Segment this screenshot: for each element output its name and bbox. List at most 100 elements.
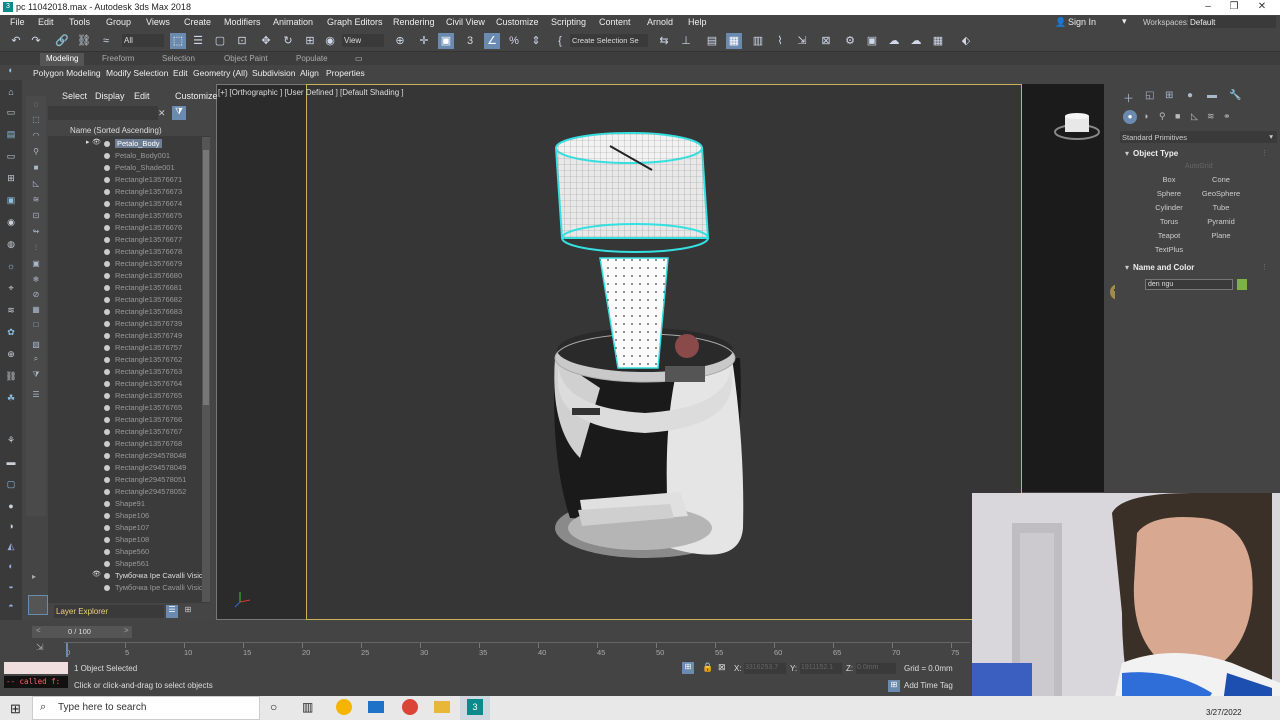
maxscript-listener-top[interactable] xyxy=(4,662,68,674)
bind-space-warp-icon[interactable]: ≈ xyxy=(98,33,114,49)
rollout-handle-icon[interactable]: ⋮ xyxy=(1261,263,1268,271)
z-coord-field[interactable]: 0.0mm xyxy=(856,663,896,674)
isolate-icon[interactable]: ⊞ xyxy=(682,662,694,674)
systems-icon[interactable]: ⚭ xyxy=(1223,111,1231,122)
list-item[interactable]: Rectangle13576767 xyxy=(48,426,204,438)
list-item[interactable]: Rectangle13576675 xyxy=(48,210,204,222)
y-coord-field[interactable]: 1911152.1 xyxy=(800,663,842,674)
filter-icon[interactable]: ⧩ xyxy=(172,106,186,120)
filter-icon[interactable]: ⧩ xyxy=(29,370,43,382)
layer-manager-icon[interactable]: ▤ xyxy=(704,33,720,49)
expand-toggle-icon[interactable]: ▸ xyxy=(86,138,90,146)
menu-content[interactable]: Content xyxy=(599,17,631,27)
list-item[interactable]: Rectangle294578051 xyxy=(48,474,204,486)
modify-tab-icon[interactable]: ◱ xyxy=(1145,90,1154,101)
tab-modeling[interactable]: Modeling xyxy=(40,53,85,66)
list-item[interactable]: Rectangle13576765 xyxy=(48,390,204,402)
menu-create[interactable]: Create xyxy=(184,17,211,27)
spacewarps-icon[interactable]: ≋ xyxy=(29,195,43,207)
cube-icon[interactable]: ● xyxy=(4,500,18,512)
list-item[interactable]: Rectangle13576757 xyxy=(48,342,204,354)
bones-icon[interactable]: ⫶ xyxy=(29,243,43,255)
render-icon[interactable]: ☁ xyxy=(886,33,902,49)
geometry-icon[interactable]: ⬚ xyxy=(29,115,43,127)
geosphere-button[interactable]: GeoSphere xyxy=(1197,188,1245,200)
rect-selection-icon[interactable]: ▢ xyxy=(212,33,228,49)
rollout-handle-icon[interactable]: ⋮ xyxy=(1261,149,1268,157)
spacewarps-icon[interactable]: ≋ xyxy=(1207,111,1215,122)
scale-icon[interactable]: ⊞ xyxy=(302,33,318,49)
display-none-icon[interactable]: ◌ xyxy=(29,100,43,112)
edge-icon[interactable] xyxy=(336,699,352,715)
edit-named-sets-icon[interactable]: { xyxy=(552,33,568,49)
geometry-icon[interactable]: ● xyxy=(1123,110,1137,124)
windows-start-icon[interactable]: ⊞ xyxy=(10,701,21,717)
list-item[interactable]: Rectangle13576677 xyxy=(48,234,204,246)
file-explorer-icon[interactable] xyxy=(434,701,450,713)
arnold-icon[interactable]: ⬖ xyxy=(958,33,974,49)
search-input[interactable] xyxy=(48,106,158,120)
list-item[interactable]: Rectangle13576764 xyxy=(48,378,204,390)
torus-button[interactable]: Torus xyxy=(1145,216,1193,228)
column-header[interactable]: Name (Sorted Ascending) xyxy=(70,126,162,135)
expand-icon[interactable]: ▸ xyxy=(32,572,36,581)
list-item[interactable]: Shape107 xyxy=(48,522,204,534)
minimize-button[interactable]: – xyxy=(1196,1,1220,14)
spinner-snap-icon[interactable]: ⇕ xyxy=(528,33,544,49)
scene-explorer-icon[interactable]: ▦ xyxy=(726,33,742,49)
containers-icon[interactable]: ▣ xyxy=(29,259,43,271)
pin-icon[interactable]: ⊕ xyxy=(4,348,18,360)
close-button[interactable]: ✕ xyxy=(1250,1,1274,14)
menu-arnold[interactable]: Arnold xyxy=(647,17,673,27)
ribbon-modify-selection[interactable]: Modify Selection xyxy=(106,68,168,78)
eye-icon[interactable]: 👁 xyxy=(92,138,101,146)
menu-graph-editors[interactable]: Graph Editors xyxy=(327,17,383,27)
lamp-nightstand-model[interactable] xyxy=(540,128,750,578)
render-icon[interactable]: ✿ xyxy=(4,326,18,338)
pyramid-button[interactable]: Pyramid xyxy=(1197,216,1245,228)
menu-group[interactable]: Group xyxy=(106,17,131,27)
name-color-title[interactable]: Name and Color xyxy=(1133,263,1194,272)
list-item[interactable]: Rectangle13576765 xyxy=(48,402,204,414)
cortana-icon[interactable]: ○ xyxy=(270,700,277,714)
redo-icon[interactable]: ↷ xyxy=(28,33,44,49)
menu-civil-view[interactable]: Civil View xyxy=(446,17,485,27)
list-item[interactable]: Shape560 xyxy=(48,546,204,558)
list-item[interactable]: Rectangle294578052 xyxy=(48,486,204,498)
ribbon-geometry-all[interactable]: Geometry (All) xyxy=(193,68,248,78)
place-icon[interactable]: ◉ xyxy=(322,33,338,49)
shapes-icon[interactable]: ◠ xyxy=(29,131,43,143)
layer-toggle-icon[interactable]: ☰ xyxy=(166,605,178,618)
snaps-toggle-icon[interactable]: 3 xyxy=(462,33,478,49)
time-tag-icon[interactable]: ⊞ xyxy=(888,680,900,692)
maxscript-listener[interactable]: -- called f: xyxy=(4,676,68,688)
teapot-icon[interactable]: ◭ xyxy=(4,540,18,552)
ribbon-properties[interactable]: Properties xyxy=(326,68,365,78)
explorer-menu-edit[interactable]: Edit xyxy=(134,91,150,101)
helpers-icon[interactable]: ◺ xyxy=(29,179,43,191)
viewport-icon[interactable]: ◐ xyxy=(4,64,18,76)
menu-animation[interactable]: Animation xyxy=(273,17,313,27)
list-item[interactable]: Shape91 xyxy=(48,498,204,510)
display-tab-icon[interactable]: ▬ xyxy=(1207,90,1217,101)
warp-icon[interactable]: ≋ xyxy=(4,304,18,316)
menu-modifiers[interactable]: Modifiers xyxy=(224,17,261,27)
ribbon-align[interactable]: Align xyxy=(300,68,319,78)
menu-views[interactable]: Views xyxy=(146,17,170,27)
menu-file[interactable]: File xyxy=(10,17,25,27)
list-item[interactable]: Petalo_Shade001 xyxy=(48,162,204,174)
maximize-button[interactable]: ❐ xyxy=(1222,1,1246,14)
link-icon[interactable]: ⛓ xyxy=(4,370,18,382)
explorer-menu-display[interactable]: Display xyxy=(95,91,125,101)
object-color-swatch[interactable] xyxy=(1237,279,1247,290)
ribbon-options-icon[interactable]: ▭ xyxy=(355,54,365,63)
menu-tools[interactable]: Tools xyxy=(69,17,90,27)
menu-edit[interactable]: Edit xyxy=(38,17,54,27)
motion-tab-icon[interactable]: ● xyxy=(1187,90,1193,101)
list-item[interactable]: 👁 Тумбочка Ipe Cavalli Visio xyxy=(48,570,204,582)
list-item[interactable]: Rectangle13576676 xyxy=(48,222,204,234)
collapse-icon[interactable]: ▾ xyxy=(1125,149,1129,158)
frozen-icon[interactable]: ❄ xyxy=(29,275,43,287)
undo-icon[interactable]: ↶ xyxy=(8,33,24,49)
list-item[interactable]: Rectangle13576678 xyxy=(48,246,204,258)
